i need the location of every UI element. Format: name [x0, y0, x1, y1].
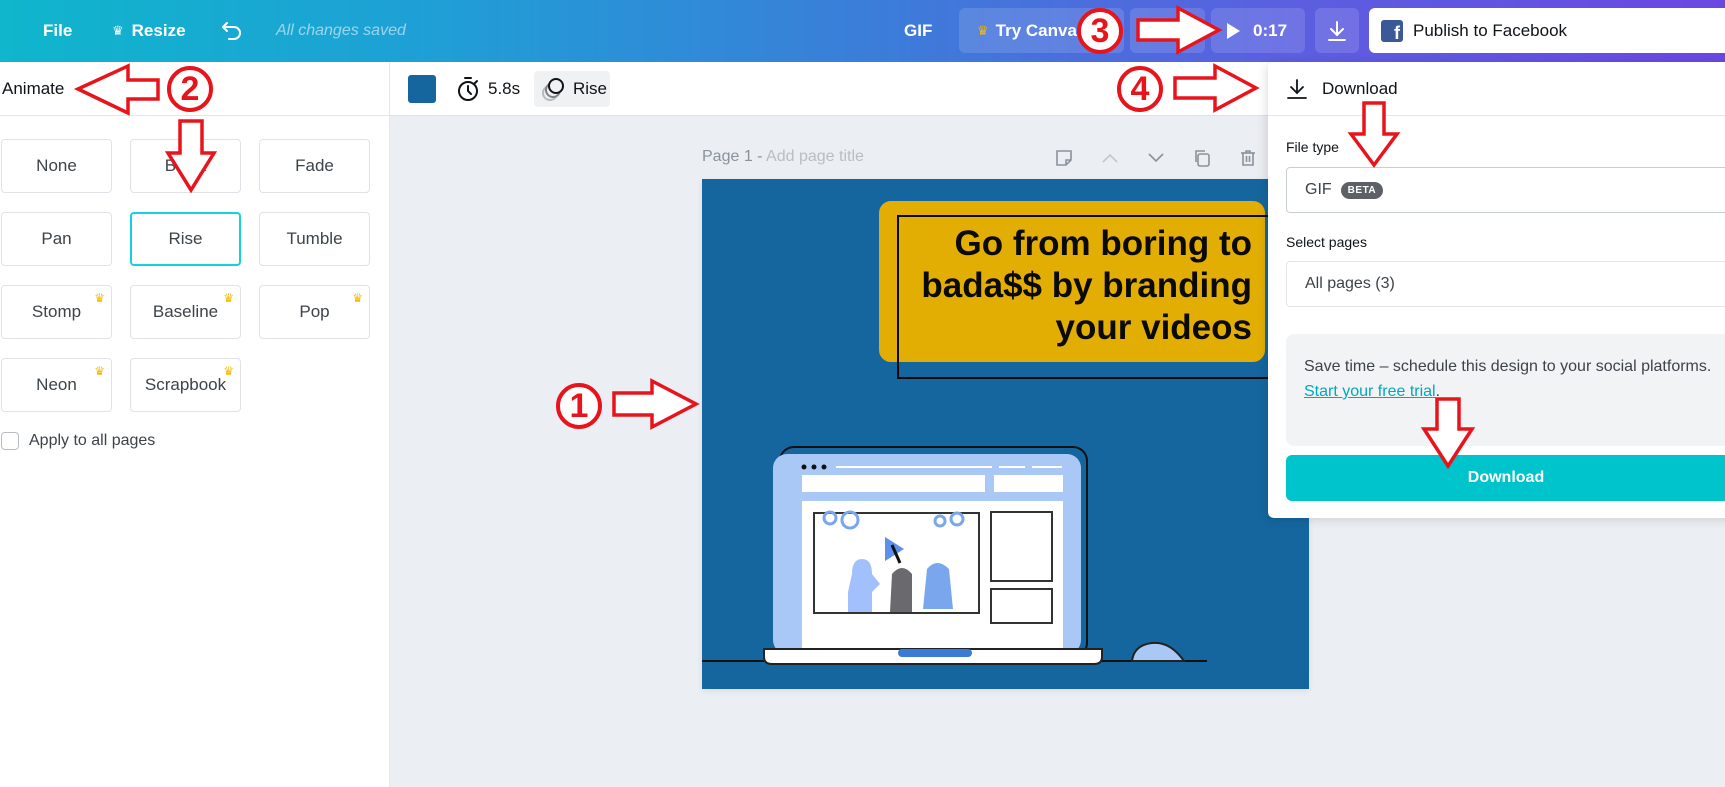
delete-page-button[interactable]: [1236, 146, 1260, 170]
annotation-number: 3: [1077, 8, 1123, 54]
animation-option-none[interactable]: None: [1, 139, 112, 193]
share-button[interactable]: [1130, 8, 1205, 53]
select-pages-value: All pages (3): [1305, 275, 1395, 292]
move-page-up-button[interactable]: [1098, 146, 1122, 170]
animation-option-neon[interactable]: Neon ♛: [1, 358, 112, 412]
trash-icon: [1241, 150, 1255, 166]
animation-option-baseline[interactable]: Baseline ♛: [130, 285, 241, 339]
file-menu-button[interactable]: File: [43, 0, 72, 62]
annotation-number: 4: [1117, 66, 1163, 112]
annotation-number: 1: [556, 383, 602, 429]
animation-option-tumble[interactable]: Tumble: [259, 212, 370, 266]
animation-option-pop[interactable]: Pop ♛: [259, 285, 370, 339]
arrow-right-annotation: [612, 378, 700, 430]
save-status: All changes saved: [276, 22, 406, 39]
animation-option-label: None: [36, 156, 77, 175]
animation-option-label: Baseline: [152, 302, 219, 321]
download-panel-header: Download: [1268, 62, 1725, 116]
crown-icon: ♛: [352, 291, 363, 305]
animate-button[interactable]: Rise: [534, 71, 610, 107]
animation-option-scrapbook[interactable]: Scrapbook ♛: [130, 358, 241, 412]
top-bar: File ♛ Resize All changes saved GIF ♛ Tr…: [0, 0, 1725, 62]
format-label: GIF: [904, 21, 933, 40]
page-actions: [1052, 146, 1260, 170]
apply-all-checkbox[interactable]: [1, 432, 19, 450]
schedule-promo: Save time – schedule this design to your…: [1286, 334, 1725, 446]
laptop-illustration[interactable]: [702, 179, 1309, 689]
select-pages-label: Select pages: [1286, 234, 1367, 250]
animation-option-label: Tumble: [286, 229, 343, 248]
crown-icon: ♛: [977, 22, 989, 38]
play-duration: 0:17: [1253, 20, 1288, 40]
move-page-down-button[interactable]: [1144, 146, 1168, 170]
crown-icon: ♛: [112, 23, 124, 38]
duration-value: 5.8s: [488, 79, 521, 98]
facebook-icon: f: [1381, 19, 1403, 42]
undo-button[interactable]: [220, 0, 244, 62]
duration-button[interactable]: 5.8s: [456, 62, 520, 116]
mouse-illustration: [1130, 641, 1186, 662]
download-panel: Download File type GIF BETA Select pages…: [1268, 62, 1725, 518]
chevron-up-icon: [1102, 153, 1118, 163]
animation-option-label: Neon: [36, 375, 77, 394]
crown-icon: ♛: [223, 364, 234, 378]
notes-button[interactable]: [1052, 146, 1076, 170]
crown-icon: ♛: [94, 364, 105, 378]
animation-option-block[interactable]: Block: [130, 139, 241, 193]
duplicate-page-button[interactable]: [1190, 146, 1214, 170]
animation-option-label: Rise: [168, 229, 203, 248]
publish-facebook-button[interactable]: f Publish to Facebook: [1369, 8, 1725, 53]
design-page[interactable]: Go from boring to bada$$ by branding you…: [702, 179, 1309, 689]
animation-option-stomp[interactable]: Stomp ♛: [1, 285, 112, 339]
canva-editor: File ♛ Resize All changes saved GIF ♛ Tr…: [0, 0, 1725, 787]
page-number: Page 1 -: [702, 148, 763, 165]
animation-grid: None Block Fade Pan Rise Tumble Stomp ♛ Baseline…: [1, 139, 370, 412]
crown-icon: ♛: [223, 291, 234, 305]
select-pages-dropdown[interactable]: All pages (3): [1286, 261, 1725, 307]
promo-end: .: [1435, 383, 1441, 400]
animation-option-label: Pop: [299, 302, 330, 321]
laptop-screen: [702, 446, 1207, 662]
stopwatch-icon: [458, 77, 478, 101]
page-header: Page 1 - Add page title: [702, 148, 864, 166]
beta-badge: BETA: [1340, 181, 1384, 199]
download-button[interactable]: [1315, 8, 1359, 53]
download-icon: [1328, 20, 1346, 41]
publish-label: Publish to Facebook: [1413, 20, 1568, 40]
animation-option-label: Pan: [41, 229, 72, 248]
animation-option-label: Scrapbook: [144, 375, 227, 394]
note-icon: [1056, 150, 1072, 166]
animation-option-label: Block: [164, 156, 207, 175]
animation-icon: [542, 78, 564, 101]
animation-label: Rise: [573, 79, 608, 98]
file-type-value: GIF: [1305, 181, 1332, 198]
page-title-input[interactable]: Add page title: [766, 148, 864, 165]
resize-label: Resize: [131, 21, 186, 40]
chevron-down-icon: [1148, 153, 1164, 163]
animation-option-rise[interactable]: Rise: [130, 212, 241, 266]
resize-button[interactable]: ♛ Resize: [112, 0, 186, 62]
download-icon: [1287, 78, 1307, 99]
animation-option-pan[interactable]: Pan: [1, 212, 112, 266]
animation-option-label: Stomp: [31, 302, 82, 321]
file-type-select[interactable]: GIF BETA: [1286, 167, 1725, 213]
apply-all-row[interactable]: Apply to all pages: [1, 432, 155, 450]
copy-icon: [1195, 150, 1210, 167]
background-color-swatch[interactable]: [408, 75, 436, 103]
promo-text: Save time – schedule this design to your…: [1304, 358, 1712, 375]
apply-all-label: Apply to all pages: [29, 432, 156, 449]
laptop-base: [763, 648, 1103, 665]
play-button[interactable]: 0:17: [1211, 8, 1305, 53]
free-trial-link[interactable]: Start your free trial: [1304, 383, 1436, 400]
animate-panel: Animate None Block Fade Pan Rise Tumble Stomp ♛…: [0, 62, 390, 787]
animation-option-label: Fade: [295, 156, 334, 175]
animation-option-fade[interactable]: Fade: [259, 139, 370, 193]
download-submit-button[interactable]: Download: [1286, 455, 1725, 501]
file-type-label: File type: [1286, 139, 1339, 155]
download-panel-title: Download: [1322, 78, 1398, 98]
annotation-number: 2: [167, 66, 213, 112]
undo-icon: [222, 22, 241, 40]
play-icon: [1227, 22, 1240, 39]
crown-icon: ♛: [94, 291, 105, 305]
